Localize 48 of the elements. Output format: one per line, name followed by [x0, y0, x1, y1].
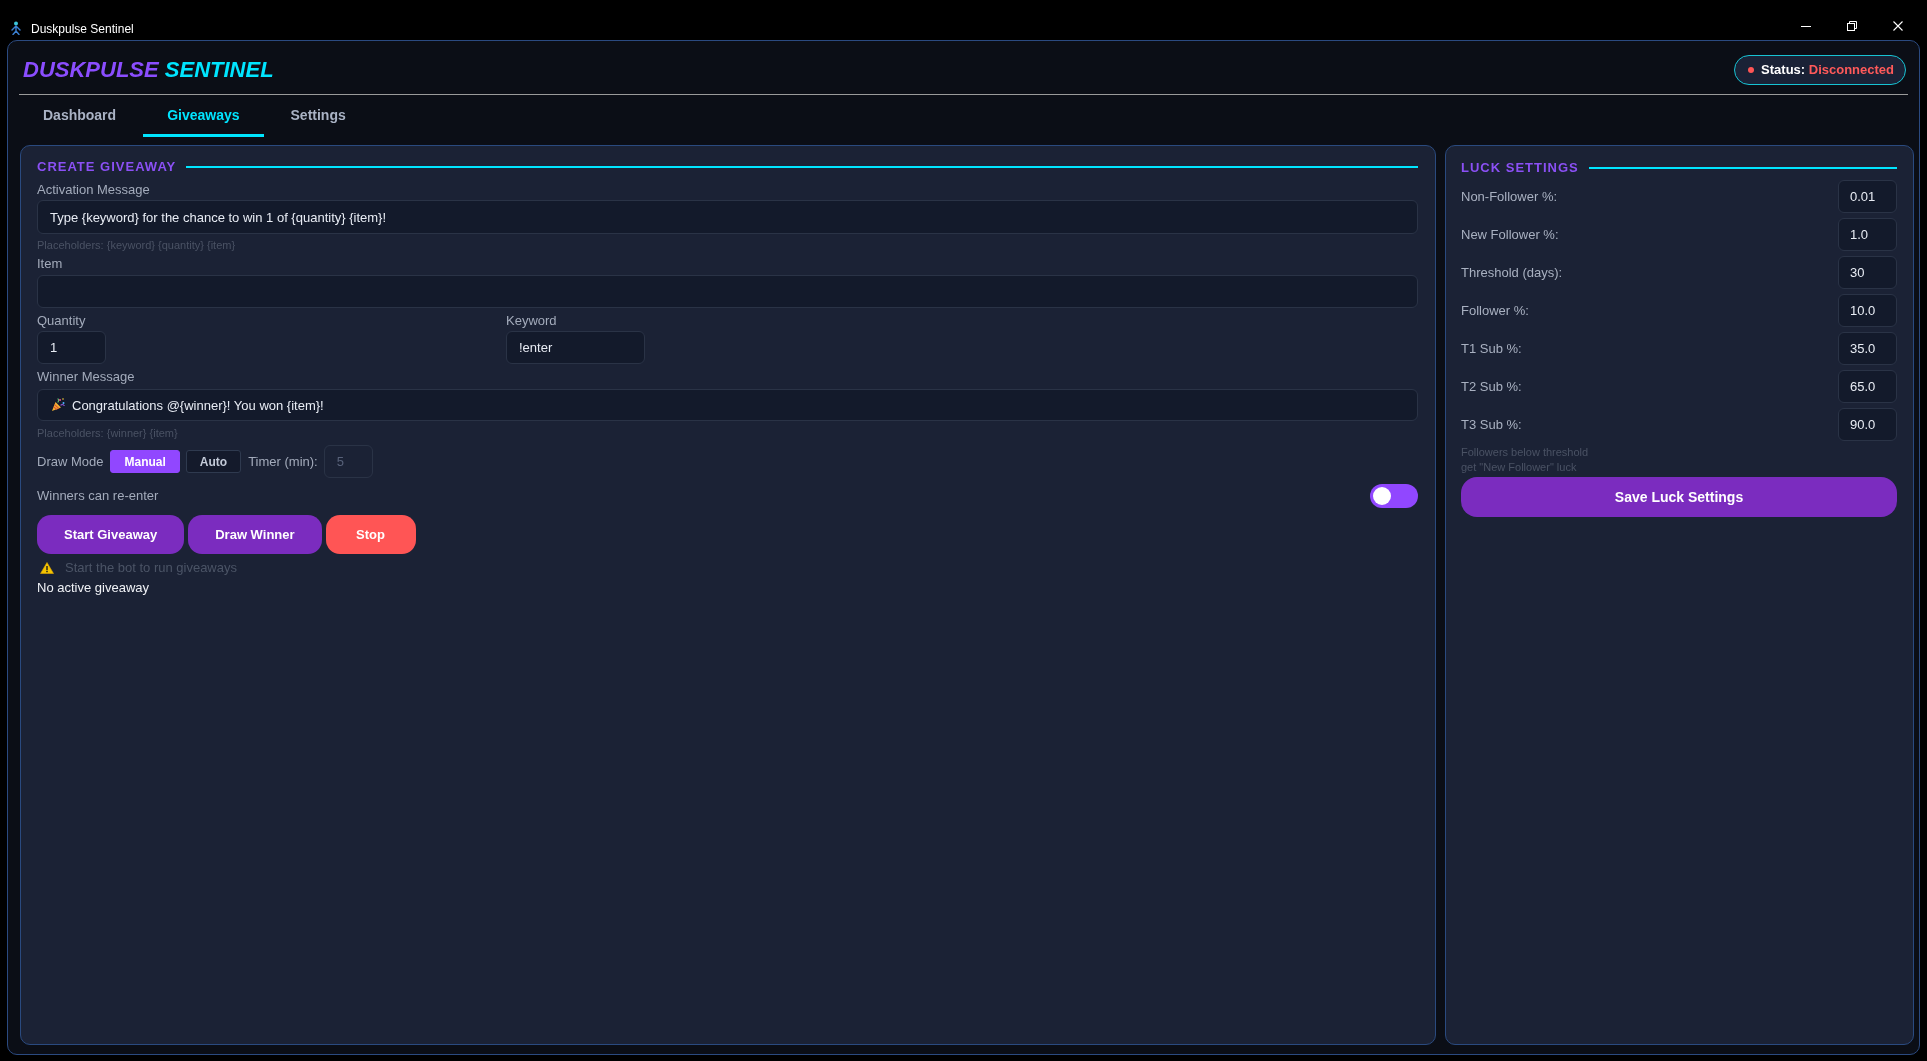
- status-text: Status: Disconnected: [1761, 61, 1894, 80]
- minimize-icon[interactable]: [1801, 25, 1811, 27]
- toggle-switch[interactable]: [1370, 484, 1418, 508]
- setting-field[interactable]: 35.0: [1838, 332, 1897, 365]
- keyword-field[interactable]: !enter: [506, 331, 645, 364]
- field-label: Item: [37, 255, 64, 273]
- draw-mode-option[interactable]: Auto: [185, 450, 242, 473]
- field-label: Winner Message: [37, 368, 136, 386]
- activation-message-field[interactable]: Type {keyword} for the chance to win 1 of {quantity} {item}!: [37, 200, 1418, 234]
- stick-figure-icon: [10, 21, 22, 35]
- tab[interactable]: Giveaways: [143, 95, 264, 137]
- section-heading: CREATE GIVEAWAY: [37, 158, 177, 177]
- warning-icon: [40, 562, 54, 574]
- field-label: Activation Message: [37, 181, 151, 199]
- field-label: Draw Mode: [37, 452, 104, 471]
- action-button[interactable]: Start Giveaway: [37, 515, 185, 554]
- setting-field[interactable]: 0.01: [1838, 180, 1897, 213]
- toggle-label: Winners can re-enter: [37, 487, 159, 506]
- setting-label: Non-Follower %:: [1461, 187, 1558, 206]
- setting-label: Follower %:: [1461, 301, 1529, 320]
- field-label: Keyword: [506, 312, 558, 330]
- app-title: DUSKPULSE SENTINEL: [23, 56, 274, 84]
- setting-field[interactable]: 90.0: [1838, 408, 1897, 441]
- tab[interactable]: Dashboard: [19, 95, 141, 137]
- setting-field[interactable]: 1.0: [1838, 218, 1897, 251]
- setting-field[interactable]: 10.0: [1838, 294, 1897, 327]
- close-icon[interactable]: [1893, 21, 1903, 31]
- setting-field[interactable]: 65.0: [1838, 370, 1897, 403]
- setting-label: T1 Sub %:: [1461, 339, 1522, 358]
- action-button[interactable]: Draw Winner: [188, 515, 322, 554]
- party-popper-icon: [51, 398, 65, 412]
- section-heading: LUCK SETTINGS: [1461, 159, 1579, 178]
- setting-label: T2 Sub %:: [1461, 377, 1522, 396]
- giveaway-status-text: No active giveaway: [37, 579, 150, 597]
- restore-icon[interactable]: [1847, 21, 1857, 31]
- field-label: Quantity: [37, 312, 87, 330]
- setting-label: Threshold (days):: [1461, 263, 1563, 282]
- draw-mode-option[interactable]: Manual: [110, 450, 180, 473]
- setting-field[interactable]: 30: [1838, 256, 1897, 289]
- winner-message-field[interactable]: Congratulations @{winner}! You won {item}!: [37, 389, 1418, 421]
- save-button[interactable]: Save Luck Settings: [1461, 477, 1897, 517]
- quantity-field[interactable]: 1: [37, 331, 106, 364]
- tab[interactable]: Settings: [266, 95, 370, 137]
- setting-label: T3 Sub %:: [1461, 415, 1522, 434]
- setting-label: New Follower %:: [1461, 225, 1559, 244]
- window-title: Duskpulse Sentinel: [31, 21, 134, 37]
- item-field[interactable]: [37, 275, 1418, 308]
- field-label: Timer (min):: [248, 452, 318, 471]
